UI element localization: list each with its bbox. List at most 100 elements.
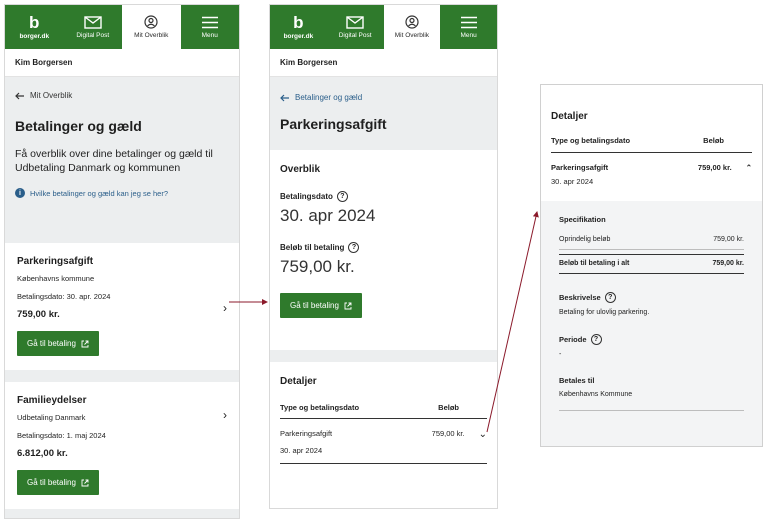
card-date: Betalingsdato: 30. apr. 2024: [17, 292, 111, 301]
help-icon[interactable]: ?: [348, 242, 360, 253]
button-label: Gå til betaling: [27, 478, 76, 487]
chevron-up-icon[interactable]: ⌃: [746, 163, 752, 172]
payment-card[interactable]: Familieydelser Udbetaling Danmark Betali…: [5, 382, 239, 509]
go-to-payment-button[interactable]: Gå til betaling: [280, 293, 362, 318]
help-icon[interactable]: ?: [336, 191, 348, 202]
divider: [5, 370, 239, 382]
nav-home-logo[interactable]: b borger.dk: [270, 5, 327, 49]
total-row: Beløb til betaling i alt 759,00 kr.: [559, 254, 744, 274]
spec-title: Specifikation: [559, 215, 606, 224]
envelope-icon: [346, 15, 364, 29]
table-row[interactable]: Parkeringsafgift 759,00 kr. ⌄: [280, 429, 487, 440]
total-label: Beløb til betaling i alt: [559, 260, 630, 267]
row-date: 30. apr 2024: [551, 177, 594, 186]
nav-menu[interactable]: Menu: [181, 5, 240, 49]
section-title: Overblik: [280, 164, 321, 175]
nav-mit-overblik[interactable]: Mit Overblik: [383, 5, 441, 49]
back-link[interactable]: Mit Overblik: [15, 91, 229, 100]
label-text: Beløb til betaling: [280, 243, 345, 252]
screen-details-expanded: Detaljer Type og betalingsdato Beløb Par…: [540, 84, 763, 447]
card-title: Familieydelser: [17, 395, 87, 406]
borger-logo-text: borger.dk: [19, 32, 50, 40]
payee-label: Betales til: [559, 376, 595, 385]
card-date: Betalingsdato: 1. maj 2024: [17, 431, 106, 440]
page-header: Mit Overblik Betalinger og gæld Få overb…: [5, 77, 239, 243]
user-name: Kim Borgersen: [270, 49, 497, 77]
help-icon[interactable]: ?: [590, 334, 602, 345]
help-link[interactable]: i Hvilke betalinger og gæld kan jeg se h…: [15, 188, 229, 198]
screen-parkeringsafgift: b borger.dk Digital Post Mit Overblik Me…: [269, 4, 498, 509]
row-date-text: 30. apr 2024: [280, 446, 323, 455]
back-link[interactable]: Betalinger og gæld: [280, 93, 487, 102]
card-amount: 759,00 kr.: [17, 309, 60, 320]
amount-value: 759,00 kr.: [280, 257, 355, 276]
button-label: Gå til betaling: [290, 301, 339, 310]
top-navigation: b borger.dk Digital Post Mit Overblik Me…: [270, 5, 497, 49]
label-text: Betalingsdato: [280, 192, 333, 201]
col-amount: Beløb: [703, 136, 724, 145]
row-title: Parkeringsafgift: [280, 429, 333, 438]
period-value: -: [559, 351, 562, 358]
table-row[interactable]: Parkeringsafgift 759,00 kr. ⌃: [551, 163, 752, 172]
go-to-payment-button[interactable]: Gå til betaling: [17, 331, 99, 356]
row-amount: 759,00 kr.: [431, 429, 465, 438]
nav-menu[interactable]: Menu: [440, 5, 497, 49]
col-amount: Beløb: [438, 403, 459, 412]
period-label: Periode ?: [559, 334, 744, 345]
borger-logo-letter: b: [29, 12, 40, 32]
user-circle-icon: [405, 15, 419, 29]
chevron-right-icon[interactable]: ›: [223, 301, 227, 315]
label-text: Beskrivelse: [559, 293, 601, 302]
help-icon[interactable]: ?: [604, 292, 616, 303]
user-circle-icon: [144, 15, 158, 29]
table-header: Type og betalingsdato Beløb: [551, 136, 752, 153]
info-icon: i: [15, 188, 25, 198]
borger-logo-letter: b: [293, 12, 304, 32]
amount-label: Beløb til betaling ?: [280, 242, 487, 253]
screen-betalinger-og-gaeld: b borger.dk Digital Post Mit Overblik Me…: [4, 4, 240, 519]
payee-value: Københavns Kommune: [559, 391, 744, 411]
page-header: Betalinger og gæld Parkeringsafgift: [270, 77, 497, 150]
help-link-label: Hvilke betalinger og gæld kan jeg se her…: [30, 188, 168, 198]
overview-section: Overblik Betalingsdato ? 30. apr 2024 Be…: [270, 150, 497, 350]
page-lead: Få overblik over dine betalinger og gæld…: [15, 148, 213, 174]
chevron-down-icon[interactable]: ⌄: [479, 429, 487, 440]
hamburger-icon: [201, 16, 218, 28]
chevron-right-icon[interactable]: ›: [223, 408, 227, 422]
external-link-icon: [81, 340, 89, 347]
nav-digital-post[interactable]: Digital Post: [327, 5, 384, 49]
external-link-icon: [81, 479, 89, 486]
total-value: 759,00 kr.: [712, 260, 744, 267]
col-type: Type og betalingsdato: [551, 136, 631, 145]
nav-label: Digital Post: [76, 31, 110, 39]
nav-label: Menu: [201, 31, 218, 39]
original-amount-row: Oprindelig beløb 759,00 kr.: [559, 236, 744, 250]
orig-label: Oprindelig beløb: [559, 236, 611, 243]
external-link-icon: [344, 302, 352, 309]
nav-digital-post[interactable]: Digital Post: [64, 5, 123, 49]
back-link-label: Betalinger og gæld: [295, 93, 363, 102]
back-link-label: Mit Overblik: [30, 91, 73, 100]
orig-value: 759,00 kr.: [713, 236, 744, 243]
borger-logo-text: borger.dk: [283, 32, 314, 40]
description-value: Betaling for ulovlig parkering.: [559, 309, 650, 316]
details-header: Detaljer Type og betalingsdato Beløb Par…: [541, 85, 762, 201]
top-navigation: b borger.dk Digital Post Mit Overblik Me…: [5, 5, 239, 49]
envelope-icon: [84, 15, 102, 29]
row-amount: 759,00 kr.: [697, 163, 732, 172]
nav-label: Digital Post: [338, 31, 372, 39]
nav-label: Mit Overblik: [134, 32, 169, 39]
payment-date-label: Betalingsdato ?: [280, 191, 487, 202]
nav-home-logo[interactable]: b borger.dk: [5, 5, 64, 49]
button-label: Gå til betaling: [27, 339, 76, 348]
payment-card[interactable]: Parkeringsafgift Københavns kommune Beta…: [5, 243, 239, 370]
row-date: 30. apr 2024: [280, 446, 487, 464]
nav-mit-overblik[interactable]: Mit Overblik: [122, 5, 181, 49]
flow-diagram: b borger.dk Digital Post Mit Overblik Me…: [0, 0, 768, 523]
card-issuer: Københavns kommune: [17, 274, 95, 283]
go-to-payment-button[interactable]: Gå til betaling: [17, 470, 99, 495]
table-header: Type og betalingsdato Beløb: [280, 403, 487, 419]
payment-date-value: 30. apr 2024: [280, 206, 376, 225]
row-title: Parkeringsafgift: [551, 163, 609, 172]
hamburger-icon: [460, 16, 477, 28]
